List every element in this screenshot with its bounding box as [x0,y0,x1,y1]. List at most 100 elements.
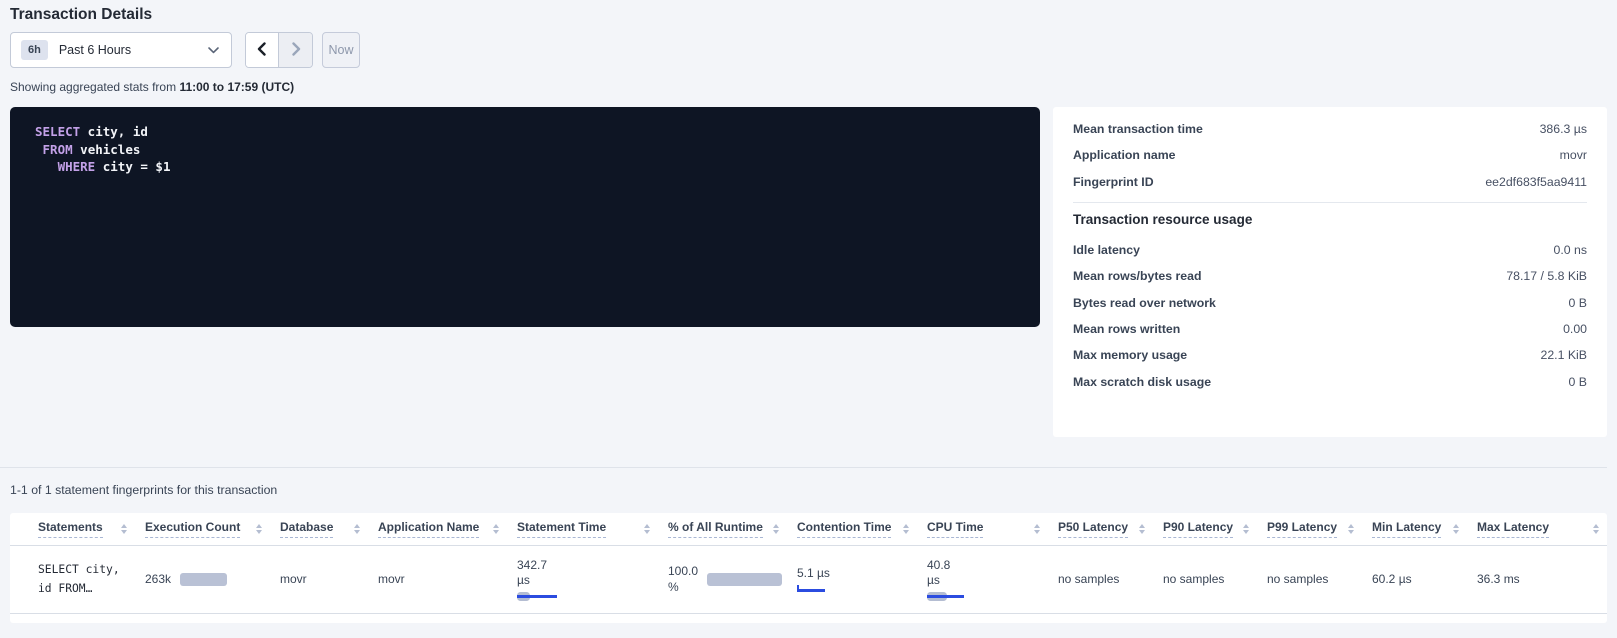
summary-top-rows: Mean transaction time386.3 µsApplication… [1073,116,1587,195]
cell-p99-latency: no samples [1267,572,1372,588]
cell-value: 36.3 ms [1477,572,1601,588]
panel-divider [1073,202,1587,203]
now-button[interactable]: Now [322,32,360,68]
cell-value: 100.0 [668,564,698,580]
page-title: Transaction Details [10,6,152,24]
column-header-execution-count[interactable]: Execution Count [145,520,280,538]
cell-max-latency: 36.3 ms [1477,572,1607,588]
chevron-left-icon [257,42,267,59]
column-header-statement-time[interactable]: Statement Time [517,520,668,538]
column-header-contention-time[interactable]: Contention Time [797,520,927,538]
range-line [797,589,825,592]
column-header-database[interactable]: Database [280,520,378,538]
sort-icon[interactable] [1139,524,1145,535]
summary-row: Mean transaction time386.3 µs [1073,116,1587,142]
summary-label: Application name [1073,148,1176,162]
time-range-dropdown[interactable]: 6h Past 6 Hours [10,32,232,68]
sort-down-arrow [1243,530,1249,534]
sort-up-arrow [1453,524,1459,528]
range-line [517,595,557,598]
resource-value: 0 B [1569,296,1587,310]
sql-line: FROM vehicles [35,141,1020,159]
cell-value: 60.2 µs [1372,572,1461,588]
cell-value: µs [927,573,1042,589]
column-header-application-name[interactable]: Application Name [378,520,517,538]
cell-statement-time: 342.7µs [517,558,668,602]
column-header-cpu-time[interactable]: CPU Time [927,520,1058,538]
sort-icon[interactable] [1034,524,1040,535]
resource-label: Idle latency [1073,243,1140,257]
resource-usage-heading: Transaction resource usage [1073,212,1587,227]
count-with-bar: 263k [145,572,264,588]
sort-icon[interactable] [644,524,650,535]
sort-icon[interactable] [903,524,909,535]
resource-row: Max scratch disk usage0 B [1073,368,1587,394]
sort-down-arrow [1453,530,1459,534]
sort-icon[interactable] [354,524,360,535]
resource-row: Mean rows/bytes read78.17 / 5.8 KiB [1073,263,1587,289]
column-header-max-latency[interactable]: Max Latency [1477,520,1607,538]
sort-down-arrow [773,530,779,534]
cell-value: % [668,580,698,596]
column-label: Database [280,520,333,538]
sort-icon[interactable] [256,524,262,535]
next-time-button[interactable] [279,33,312,67]
summary-row: Application name movr [1073,142,1587,168]
sort-icon[interactable] [1453,524,1459,535]
previous-time-button[interactable] [246,33,279,67]
summary-value: 386.3 µs [1540,122,1587,136]
sort-down-arrow [256,530,262,534]
sort-icon[interactable] [1593,524,1599,535]
cell-min-latency: 60.2 µs [1372,572,1477,588]
sort-up-arrow [1034,524,1040,528]
cell-execution-count: 263k [145,572,280,588]
sort-down-arrow [354,530,360,534]
sort-icon[interactable] [121,524,127,535]
column-label: Max Latency [1477,520,1549,538]
cell-value: 5.1 µs [797,566,911,582]
time-range-badge: 6h [21,40,48,60]
column-header-min-latency[interactable]: Min Latency [1372,520,1477,538]
cell-value: no samples [1163,572,1251,588]
column-label: % of All Runtime [668,520,763,538]
column-label: P99 Latency [1267,520,1337,538]
summary-value: movr [1560,148,1587,162]
sort-icon[interactable] [1348,524,1354,535]
sort-up-arrow [256,524,262,528]
sql-line: SELECT city, id [35,123,1020,141]
time-arrow-group [245,32,313,68]
sort-icon[interactable] [1243,524,1249,535]
stats-time-range: 11:00 to 17:59 (UTC) [179,80,294,94]
contention-bar [797,585,825,593]
column-label: Min Latency [1372,520,1441,538]
cell-value: no samples [1058,572,1147,588]
statement-row: SELECT city,id FROM…263kmovrmovr342.7µs1… [10,546,1607,614]
resource-label: Mean rows/bytes read [1073,269,1201,283]
sort-up-arrow [354,524,360,528]
cell-pct-of-all-runtime: 100.0% [668,564,797,595]
summary-label: Fingerprint ID [1073,175,1154,189]
sort-down-arrow [1348,530,1354,534]
cell-statement-fingerprint[interactable]: SELECT city,id FROM… [38,561,145,598]
column-header-statements[interactable]: Statements [38,520,145,538]
column-header-p99-latency[interactable]: P99 Latency [1267,520,1372,538]
column-label: Statements [38,520,103,538]
column-header-p90-latency[interactable]: P90 Latency [1163,520,1267,538]
sort-down-arrow [121,530,127,534]
column-label: Statement Time [517,520,606,538]
aggregated-stats-caption: Showing aggregated stats from 11:00 to 1… [10,80,294,94]
sort-down-arrow [493,530,499,534]
sort-up-arrow [1593,524,1599,528]
cell-contention-time: 5.1 µs [797,566,927,594]
resource-row: Max memory usage22.1 KiB [1073,342,1587,368]
sort-icon[interactable] [773,524,779,535]
column-header-pct-of-all-runtime[interactable]: % of All Runtime [668,520,797,538]
statement-link[interactable]: SELECT city,id FROM… [38,561,129,598]
range-line [927,595,964,598]
sort-icon[interactable] [493,524,499,535]
transaction-summary-panel: Mean transaction time386.3 µsApplication… [1053,107,1607,437]
resource-row: Idle latency0.0 ns [1073,237,1587,263]
resource-value: 0.00 [1563,322,1587,336]
sort-up-arrow [903,524,909,528]
column-header-p50-latency[interactable]: P50 Latency [1058,520,1163,538]
